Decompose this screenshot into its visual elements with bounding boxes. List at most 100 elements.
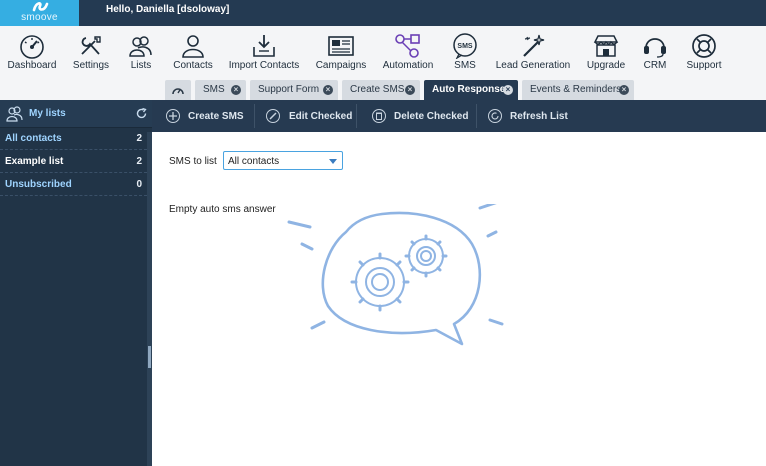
main-toolbar: Dashboard Settings Lists Contacts Import… [0, 26, 766, 80]
tab-dashboard-home[interactable] [165, 80, 191, 100]
pencil-icon [266, 109, 280, 123]
toolbar-automation[interactable]: Automation [380, 26, 436, 80]
select-value: All contacts [228, 156, 280, 167]
edit-checked-button[interactable]: Edit Checked [266, 100, 366, 132]
toolbar-settings[interactable]: Settings [69, 26, 113, 80]
close-icon[interactable]: × [231, 85, 241, 95]
headset-icon [644, 38, 666, 58]
refresh-list-button[interactable]: Refresh List [488, 100, 578, 132]
tab-label: Support Form [258, 84, 320, 95]
toolbar-campaigns[interactable]: Campaigns [314, 26, 368, 80]
button-label: Delete Checked [394, 111, 469, 122]
tab-create-sms[interactable]: Create SMS × [342, 80, 420, 100]
tab-strip: SMS × Support Form × Create SMS × Auto R… [0, 80, 766, 100]
list-name: All contacts [5, 133, 62, 144]
logo-text: smoove [21, 12, 58, 23]
tab-auto-response[interactable]: Auto Response × [424, 80, 518, 100]
trash-icon [372, 109, 386, 123]
magic-wand-icon [523, 34, 545, 57]
toolbar-import-contacts[interactable]: Import Contacts [228, 26, 300, 80]
sms-to-list-label: SMS to list [169, 156, 217, 167]
toolbar-upgrade[interactable]: Upgrade [584, 26, 628, 80]
sidebar-header: My lists [0, 100, 152, 128]
tab-support-form[interactable]: Support Form × [250, 80, 338, 100]
toolbar-dashboard[interactable]: Dashboard [3, 26, 61, 80]
people-icon [129, 36, 152, 57]
tab-label: Events & Reminders [530, 84, 622, 95]
list-item-all-contacts[interactable]: All contacts 2 [0, 127, 147, 150]
close-icon[interactable]: × [323, 85, 333, 95]
divider [254, 104, 255, 128]
splitter-grip[interactable] [148, 346, 151, 368]
toolbar-label: Upgrade [586, 60, 626, 71]
lifebuoy-icon [692, 34, 716, 58]
toolbar-label: Dashboard [7, 60, 57, 71]
button-label: Create SMS [188, 111, 244, 122]
button-label: Refresh List [510, 111, 568, 122]
action-bar: Create SMS Edit Checked Delete Checked R… [152, 100, 766, 132]
toolbar-label: Lead Generation [495, 60, 571, 71]
sidebar-title: My lists [29, 108, 66, 119]
toolbar-label: SMS [454, 60, 476, 71]
list-name: Example list [5, 156, 64, 167]
auto-response-panel: SMS to list All contacts Empty auto sms … [152, 132, 766, 466]
close-icon[interactable]: × [405, 85, 415, 95]
gauge-icon [20, 35, 44, 59]
person-icon [182, 35, 204, 58]
gear-icon [350, 252, 410, 312]
toolbar-label: Lists [130, 60, 152, 71]
create-sms-button[interactable]: Create SMS [164, 100, 260, 132]
toolbar-lists[interactable]: Lists [124, 26, 158, 80]
toolbar-label: Campaigns [315, 60, 367, 71]
toolbar-support[interactable]: Support [684, 26, 724, 80]
list-select[interactable]: All contacts [223, 151, 343, 170]
tab-sms[interactable]: SMS × [195, 80, 246, 100]
close-icon[interactable]: × [503, 85, 513, 95]
gauge-icon [172, 88, 184, 95]
list-count: 0 [136, 179, 142, 190]
chevron-down-icon [329, 159, 337, 164]
flow-icon [395, 34, 420, 58]
plus-icon [166, 109, 180, 123]
divider [356, 104, 357, 128]
sms-icon: SMS [453, 33, 477, 59]
toolbar-crm[interactable]: CRM [638, 26, 672, 80]
close-icon[interactable]: × [619, 85, 629, 95]
top-bar: smoove Hello, Daniella [dsoloway] [0, 0, 766, 26]
speech-bubble-gears-icon [287, 204, 504, 346]
smoove-logo[interactable]: smoove [0, 0, 79, 26]
button-label: Edit Checked [289, 111, 353, 122]
tools-icon [81, 36, 101, 55]
toolbar-label: Contacts [173, 60, 213, 71]
tab-label: Create SMS [350, 84, 405, 95]
toolbar-lead-generation[interactable]: Lead Generation [494, 26, 572, 80]
newspaper-icon [328, 36, 354, 56]
import-icon [253, 35, 275, 57]
toolbar-label: Import Contacts [228, 60, 300, 71]
user-greeting[interactable]: Hello, Daniella [dsoloway] [106, 4, 229, 15]
toolbar-label: Automation [382, 60, 434, 71]
refresh-icon [488, 109, 502, 123]
gear-icon [404, 234, 448, 278]
refresh-icon[interactable] [136, 108, 147, 119]
svg-text:SMS: SMS [457, 43, 473, 50]
store-icon [593, 35, 619, 57]
list-item-example-list[interactable]: Example list 2 [0, 150, 147, 173]
list-name: Unsubscribed [5, 179, 72, 190]
delete-checked-button[interactable]: Delete Checked [372, 100, 472, 132]
toolbar-sms[interactable]: SMS SMS [448, 26, 482, 80]
tab-events-reminders[interactable]: Events & Reminders × [522, 80, 634, 100]
list-item-unsubscribed[interactable]: Unsubscribed 0 [0, 173, 147, 196]
lists-sidebar: My lists All contacts 2 Example list 2 U… [0, 100, 152, 466]
empty-state-message: Empty auto sms answer [169, 204, 276, 215]
toolbar-label: Settings [72, 60, 110, 71]
toolbar-label: Support [686, 60, 722, 71]
divider [476, 104, 477, 128]
people-icon [6, 106, 23, 122]
list-count: 2 [136, 133, 142, 144]
list-count: 2 [136, 156, 142, 167]
toolbar-label: CRM [643, 60, 667, 71]
toolbar-contacts[interactable]: Contacts [170, 26, 216, 80]
tab-label: Auto Response [432, 84, 506, 95]
tab-label: SMS [203, 84, 225, 95]
